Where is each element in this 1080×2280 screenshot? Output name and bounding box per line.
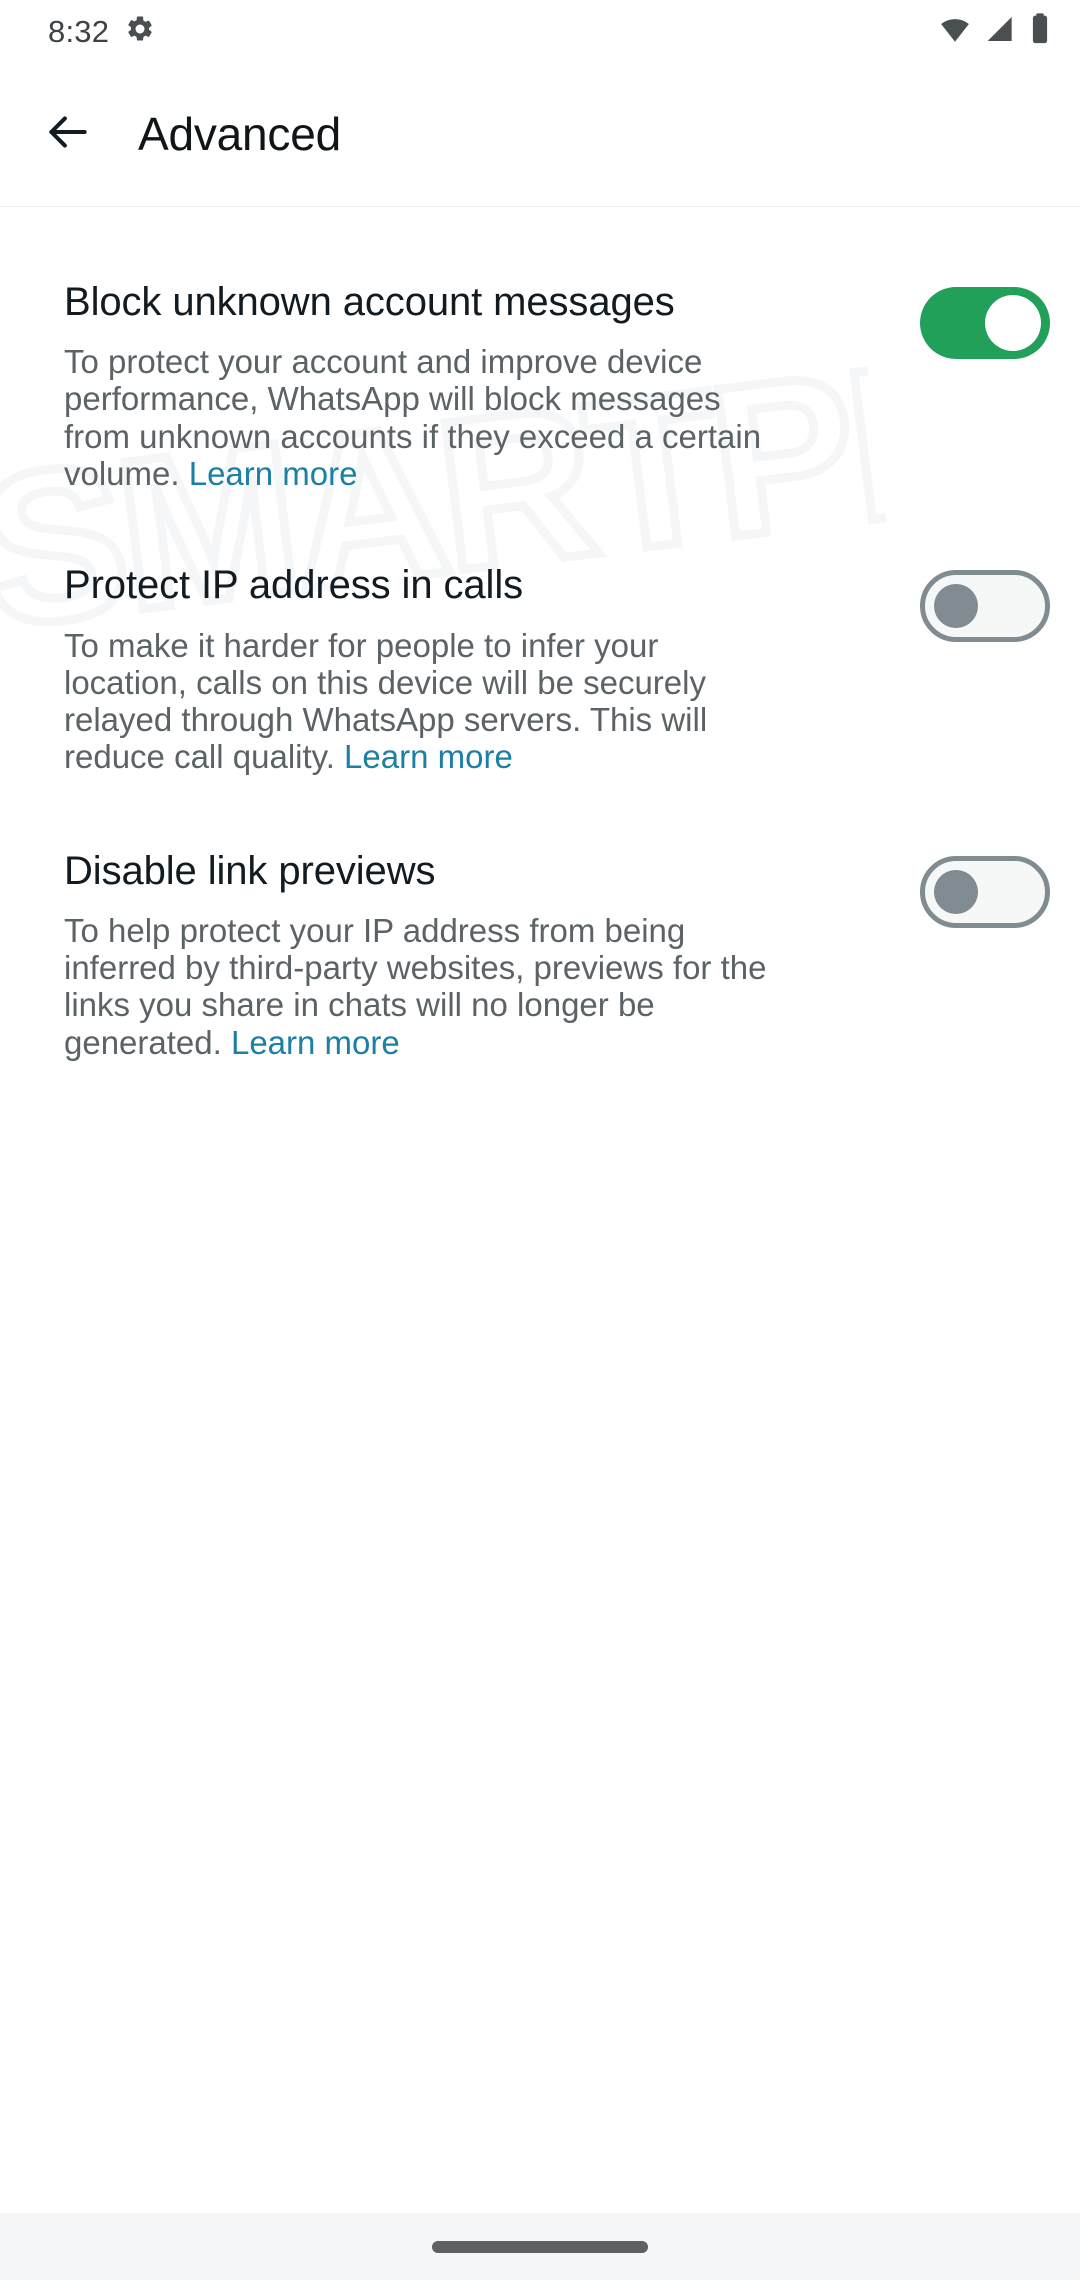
- gesture-home-pill[interactable]: [432, 2240, 648, 2253]
- toggle-protect-ip-address-in-calls[interactable]: [920, 570, 1050, 643]
- wifi-icon: [938, 12, 972, 51]
- setting-description: To protect your account and improve devi…: [64, 343, 769, 492]
- setting-text-block: Protect IP address in calls To make it h…: [64, 563, 920, 776]
- status-bar-clock: 8:32: [48, 13, 110, 49]
- setting-text-block: Disable link previews To help protect yo…: [64, 848, 920, 1061]
- learn-more-link[interactable]: Learn more: [344, 738, 513, 775]
- toggle-knob: [985, 295, 1041, 351]
- setting-item-disable-link-previews[interactable]: Disable link previews To help protect yo…: [0, 848, 1080, 1061]
- setting-title: Block unknown account messages: [64, 280, 675, 324]
- status-bar: 8:32: [0, 0, 1080, 62]
- app-bar: Advanced: [0, 62, 1080, 206]
- page-title: Advanced: [138, 108, 341, 160]
- setting-description: To help protect your IP address from bei…: [64, 912, 769, 1061]
- system-navigation-bar: [0, 2213, 1080, 2280]
- status-bar-right: [938, 12, 1050, 51]
- learn-more-link[interactable]: Learn more: [189, 455, 358, 492]
- setting-description-text: To help protect your IP address from bei…: [64, 911, 767, 1061]
- setting-text-block: Block unknown account messages To protec…: [64, 280, 920, 492]
- toggle-block-unknown-account-messages[interactable]: [920, 287, 1050, 359]
- setting-item-block-unknown-account-messages[interactable]: Block unknown account messages To protec…: [0, 280, 1080, 492]
- setting-description-text: To protect your account and improve devi…: [64, 343, 762, 493]
- battery-icon: [1030, 12, 1050, 51]
- toggle-disable-link-previews[interactable]: [920, 855, 1050, 928]
- status-bar-left: 8:32: [48, 14, 155, 49]
- cellular-signal-icon: [985, 13, 1017, 50]
- setting-title: Protect IP address in calls: [64, 563, 523, 608]
- toggle-knob: [934, 869, 978, 914]
- back-button[interactable]: [30, 96, 106, 172]
- arrow-left-icon: [43, 107, 93, 162]
- spacer-top: [0, 207, 1080, 281]
- toggle-knob: [934, 584, 978, 629]
- setting-item-protect-ip-address-in-calls[interactable]: Protect IP address in calls To make it h…: [0, 564, 1080, 775]
- settings-list: SMARTPRIX Block unknown account messages…: [0, 207, 1080, 2213]
- learn-more-link[interactable]: Learn more: [231, 1024, 400, 1061]
- gear-icon: [125, 14, 155, 49]
- phone-screen: 8:32 Advanced SMARTPRIX Block unknown ac…: [0, 0, 1080, 2280]
- setting-title: Disable link previews: [64, 848, 436, 893]
- setting-description: To make it harder for people to infer yo…: [64, 627, 769, 776]
